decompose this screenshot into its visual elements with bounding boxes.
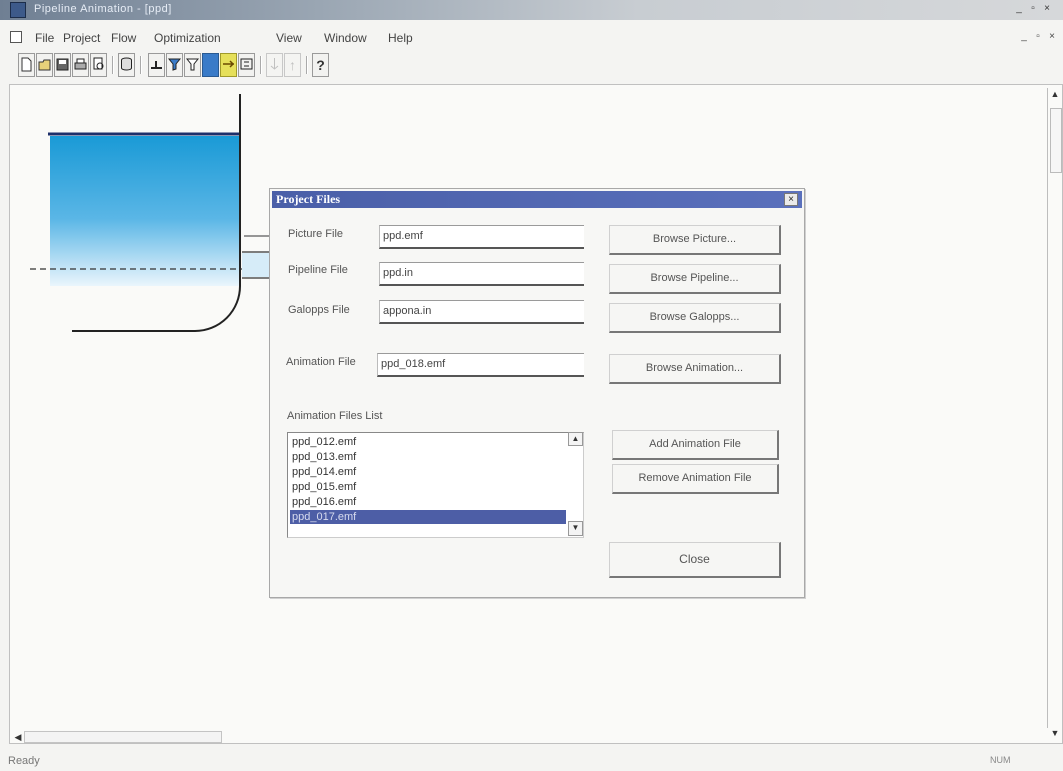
list-scroll-up-icon[interactable]: ▲ xyxy=(568,432,583,446)
funnel-icon[interactable] xyxy=(184,53,201,77)
list-item[interactable]: ppd_015.emf xyxy=(290,480,566,494)
menu-file[interactable]: File xyxy=(35,31,54,45)
galopps-file-label: Galopps File xyxy=(288,304,350,316)
minimize-button[interactable]: _ xyxy=(1012,2,1026,16)
database-icon[interactable] xyxy=(118,53,135,77)
doc-minimize-button[interactable]: _ xyxy=(1018,31,1030,43)
flow-arrow-icon[interactable] xyxy=(220,53,237,77)
pipeline-file-field[interactable]: ppd.in xyxy=(379,262,584,286)
horizontal-scroll-thumb[interactable] xyxy=(24,731,222,743)
vertical-scroll-track[interactable] xyxy=(1047,88,1063,728)
list-item-selected[interactable]: ppd_017.emf xyxy=(290,510,566,524)
pipeline-file-label: Pipeline File xyxy=(288,264,348,276)
app-icon[interactable] xyxy=(10,2,26,18)
list-scroll-down-icon[interactable]: ▼ xyxy=(568,521,583,536)
toolbar-separator xyxy=(140,56,142,74)
save-icon[interactable] xyxy=(54,53,71,77)
list-item[interactable]: ppd_013.emf xyxy=(290,450,566,464)
status-bar xyxy=(0,748,1063,771)
close-window-button[interactable]: × xyxy=(1040,2,1054,16)
compressor-icon[interactable] xyxy=(238,53,255,77)
close-button[interactable]: Close xyxy=(609,542,781,578)
galopps-file-field[interactable]: appona.in xyxy=(379,300,584,324)
menu-view[interactable]: View xyxy=(276,31,302,45)
menu-window[interactable]: Window xyxy=(324,31,367,45)
list-item[interactable]: ppd_016.emf xyxy=(290,495,566,509)
window-title: Pipeline Animation - [ppd] xyxy=(34,3,172,15)
move-down-icon[interactable] xyxy=(266,53,283,77)
browse-animation-button[interactable]: Browse Animation... xyxy=(609,354,781,384)
maximize-button[interactable]: ▫ xyxy=(1026,2,1040,16)
animation-files-list-label: Animation Files List xyxy=(287,410,383,422)
picture-file-field[interactable]: ppd.emf xyxy=(379,225,584,249)
status-text: Ready xyxy=(8,755,40,767)
status-indicator: NUM xyxy=(990,755,1011,765)
document-icon[interactable] xyxy=(10,31,22,43)
list-item[interactable]: ppd_012.emf xyxy=(290,435,566,449)
print-icon[interactable] xyxy=(72,53,89,77)
remove-animation-file-button[interactable]: Remove Animation File xyxy=(612,464,779,494)
fill-color-icon[interactable] xyxy=(202,53,219,77)
new-file-icon[interactable] xyxy=(18,53,35,77)
toolbar-separator xyxy=(306,56,308,74)
tank-drawing xyxy=(30,94,272,332)
menu-optimization[interactable]: Optimization xyxy=(154,31,221,45)
open-folder-icon[interactable] xyxy=(36,53,53,77)
scroll-left-arrow-icon[interactable]: ◀ xyxy=(12,731,24,743)
dialog-title: Project Files xyxy=(276,192,341,206)
scroll-down-arrow-icon[interactable]: ▼ xyxy=(1049,727,1061,739)
doc-maximize-button[interactable]: ▫ xyxy=(1032,31,1044,43)
browse-pipeline-button[interactable]: Browse Pipeline... xyxy=(609,264,781,294)
browse-picture-button[interactable]: Browse Picture... xyxy=(609,225,781,255)
picture-file-label: Picture File xyxy=(288,228,344,240)
toolbar-separator xyxy=(112,56,114,74)
browse-galopps-button[interactable]: Browse Galopps... xyxy=(609,303,781,333)
menu-project[interactable]: Project xyxy=(63,31,100,45)
filter-icon[interactable] xyxy=(166,53,183,77)
vertical-scroll-thumb[interactable] xyxy=(1050,108,1062,173)
animation-file-label: Animation File xyxy=(286,356,356,368)
scroll-up-arrow-icon[interactable]: ▲ xyxy=(1049,88,1061,100)
list-item[interactable]: ppd_014.emf xyxy=(290,465,566,479)
menu-flow[interactable]: Flow xyxy=(111,31,136,45)
doc-close-button[interactable]: × xyxy=(1046,31,1058,43)
toolbar-separator xyxy=(260,56,262,74)
dialog-close-icon[interactable]: × xyxy=(784,193,798,206)
dialog-title-bar[interactable] xyxy=(272,191,802,208)
move-up-icon[interactable]: ↑ xyxy=(284,53,301,77)
print-preview-icon[interactable] xyxy=(90,53,107,77)
pipe-junction-icon[interactable] xyxy=(148,53,165,77)
help-icon[interactable]: ? xyxy=(312,53,329,77)
menu-help[interactable]: Help xyxy=(388,31,413,45)
add-animation-file-button[interactable]: Add Animation File xyxy=(612,430,779,460)
animation-file-field[interactable]: ppd_018.emf xyxy=(377,353,584,377)
